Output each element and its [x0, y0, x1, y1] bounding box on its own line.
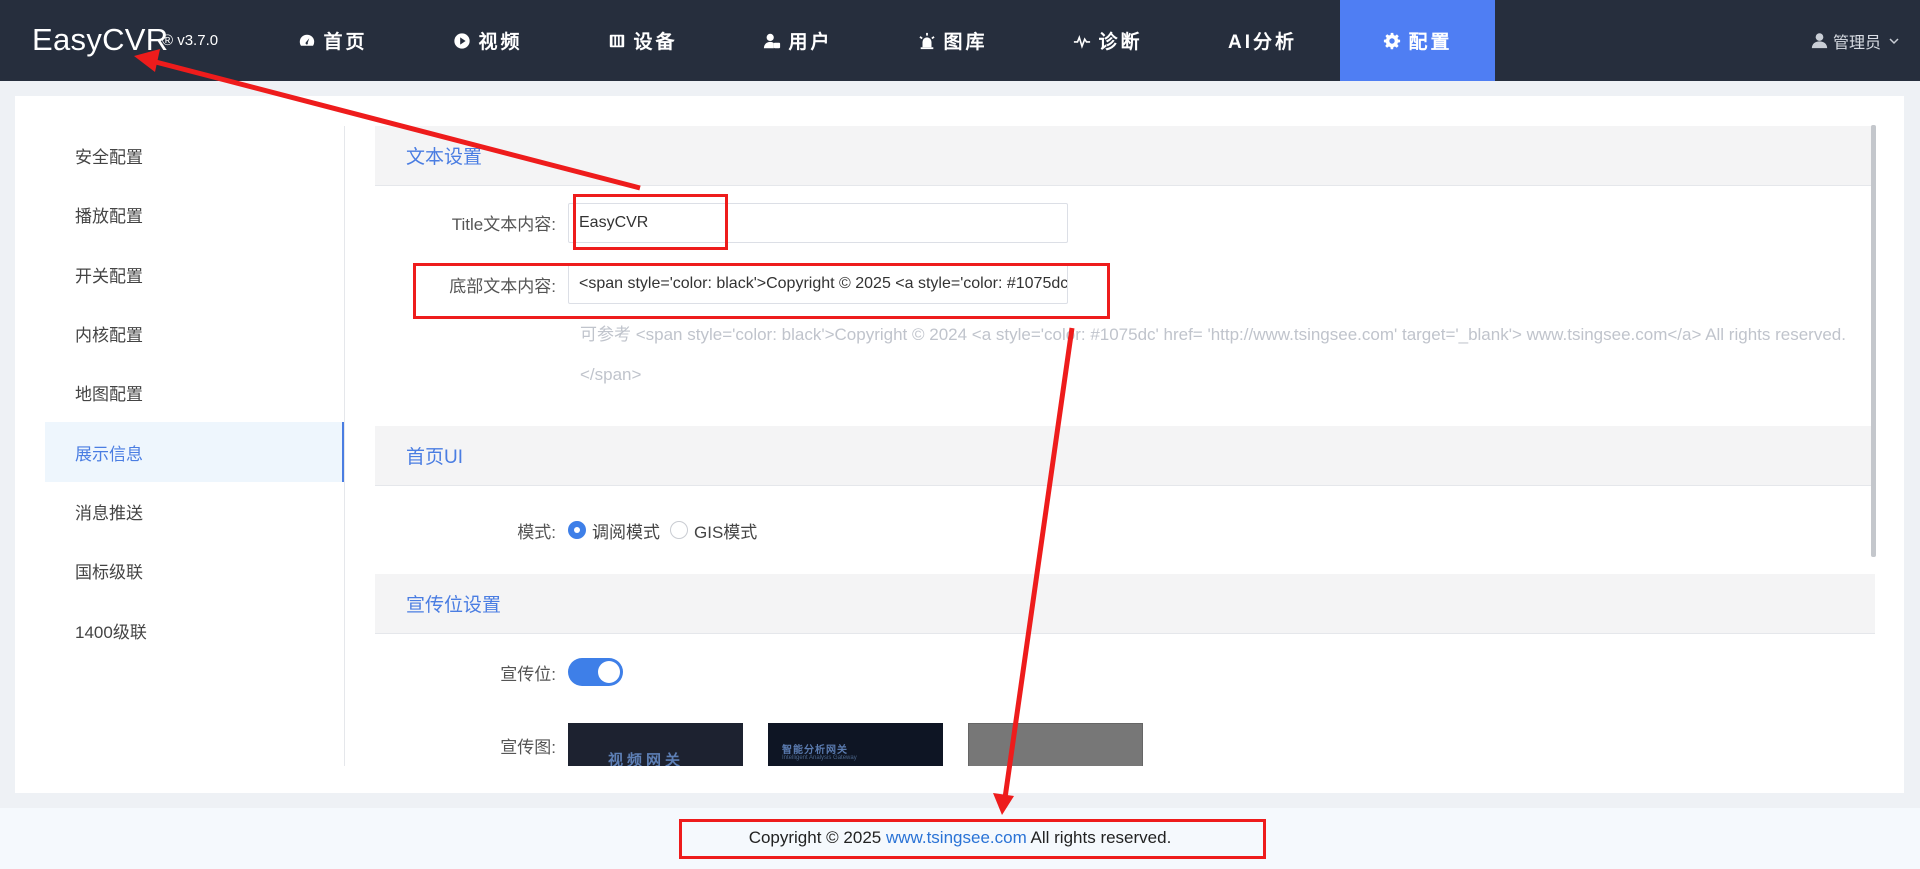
nav-item-user[interactable]: 用户 [720, 0, 875, 81]
nav-item-device[interactable]: 设备 [565, 0, 720, 81]
top-navbar: EasyCVR ® v3.7.0 首页 视频 设备 用户 图库 诊断 AI分析 [0, 0, 1920, 81]
sidebar-item-1400-cascade[interactable]: 1400级联 [45, 600, 344, 659]
mode-row: 模式: 调阅模式 GIS模式 [375, 486, 1875, 574]
sidebar-item-display-info[interactable]: 展示信息 [45, 422, 344, 482]
settings-sidebar: 安全配置 播放配置 开关配置 内核配置 地图配置 展示信息 消息推送 国标级联 … [45, 126, 345, 766]
nav-label: 图库 [943, 32, 988, 53]
user-icon [1811, 33, 1828, 49]
nav-item-gallery[interactable]: 图库 [875, 0, 1030, 81]
nav-item-diagnose[interactable]: 诊断 [1030, 0, 1185, 81]
radio-label: GIS模式 [694, 522, 758, 542]
section-title-home-ui: 首页UI [375, 426, 1875, 486]
main-nav: 首页 视频 设备 用户 图库 诊断 AI分析 配置 [255, 0, 1495, 81]
footer-text-hint: 可参考 <span style='color: black'>Copyright… [580, 325, 1846, 384]
nav-label: 诊断 [1098, 32, 1143, 53]
radio-label: 调阅模式 [592, 522, 660, 542]
promo-image-3[interactable] [968, 723, 1143, 766]
content-scrollbar[interactable] [1871, 125, 1876, 557]
promo-image-row: 宣传图: 视频网关 智能分析网关 Intelligent Analysis Ga… [375, 710, 1875, 766]
annotation-box-footer-input [413, 263, 1110, 319]
dashboard-icon [297, 31, 317, 51]
settings-card: 安全配置 播放配置 开关配置 内核配置 地图配置 展示信息 消息推送 国标级联 … [15, 96, 1904, 793]
title-text-label: Title文本内容: [451, 215, 556, 234]
promo-image-1[interactable]: 视频网关 [568, 723, 743, 766]
nav-label: AI分析 [1227, 32, 1297, 53]
radio-browse-mode[interactable]: 调阅模式 [568, 518, 660, 543]
nav-item-video[interactable]: 视频 [410, 0, 565, 81]
sidebar-item-kernel[interactable]: 内核配置 [45, 304, 344, 363]
promo-image-2[interactable]: 智能分析网关 Intelligent Analysis Gateway [768, 723, 943, 766]
radio-dot [568, 521, 586, 539]
section-title-promo: 宣传位设置 [375, 574, 1875, 634]
nav-item-home[interactable]: 首页 [255, 0, 410, 81]
nav-label: 配置 [1408, 32, 1453, 53]
nav-label: 视频 [478, 32, 523, 53]
gear-icon [1382, 31, 1402, 51]
nav-label: 首页 [323, 32, 368, 53]
sidebar-item-switch[interactable]: 开关配置 [45, 245, 344, 304]
promo-image-1-text: 视频网关 [608, 752, 685, 766]
nav-item-config[interactable]: 配置 [1340, 0, 1495, 81]
radio-dot [670, 521, 688, 539]
alarm-icon [917, 31, 937, 51]
sidebar-item-gb-cascade[interactable]: 国标级联 [45, 541, 344, 600]
user-menu[interactable]: 管理员 [1811, 0, 1904, 81]
promo-image-2-text: 智能分析网关 [782, 745, 848, 756]
mode-label: 模式: [517, 522, 556, 542]
promo-toggle-label: 宣传位: [500, 664, 556, 684]
chevron-down-icon [1889, 37, 1899, 44]
version-label: ® v3.7.0 [162, 32, 219, 49]
device-icon [607, 31, 627, 51]
nav-label: 设备 [633, 32, 678, 53]
promo-image-2-subtext: Intelligent Analysis Gateway [782, 755, 857, 761]
sidebar-item-map[interactable]: 地图配置 [45, 363, 344, 422]
user-name: 管理员 [1832, 34, 1881, 52]
nav-label: 用户 [788, 32, 833, 53]
promo-toggle-switch[interactable] [568, 658, 623, 686]
play-icon [452, 31, 472, 51]
sidebar-item-security[interactable]: 安全配置 [45, 126, 344, 185]
section-title-text-settings: 文本设置 [375, 126, 1875, 186]
annotation-box-footer-copyright [679, 819, 1266, 859]
pulse-icon [1072, 31, 1092, 51]
brand-logo[interactable]: EasyCVR [32, 22, 168, 58]
promo-image-label: 宣传图: [500, 738, 556, 757]
sidebar-item-playback[interactable]: 播放配置 [45, 185, 344, 244]
annotation-box-title-input [573, 194, 728, 250]
sidebar-item-message-push[interactable]: 消息推送 [45, 482, 344, 541]
nav-item-ai[interactable]: AI分析 [1185, 0, 1340, 81]
promo-toggle-row: 宣传位: [375, 634, 1875, 710]
radio-gis-mode[interactable]: GIS模式 [670, 518, 757, 543]
user-lock-icon [762, 31, 782, 51]
